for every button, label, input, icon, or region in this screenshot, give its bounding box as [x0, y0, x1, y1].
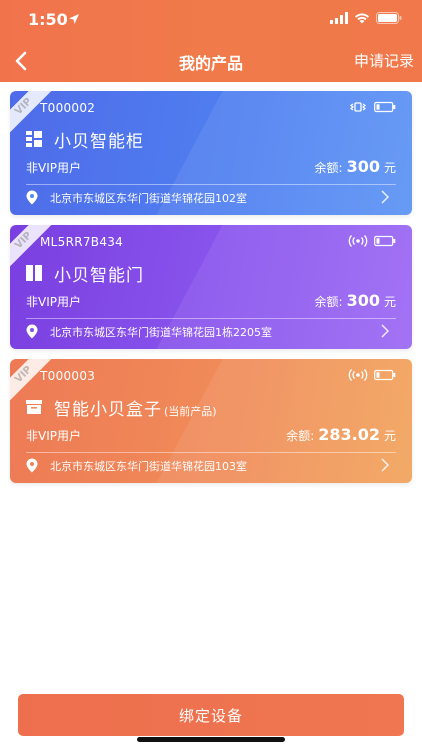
device-code: T000003	[40, 369, 96, 383]
product-card[interactable]: VIP T000003 智能小贝盒子 (当前产品) 非VIP用户 余额: 283…	[10, 359, 412, 483]
balance: 余额: 283.02 元	[286, 425, 396, 444]
user-type-label: 非VIP用户	[26, 429, 81, 443]
user-type-label: 非VIP用户	[26, 295, 81, 309]
device-address: 北京市东城区东华门街道华锦花园102室	[50, 192, 247, 205]
product-card[interactable]: VIP T000002 小贝智能柜 非VIP用户 余额: 300 元 北京市东城…	[10, 91, 412, 215]
battery-low-icon	[374, 369, 396, 381]
bind-device-button[interactable]: 绑定设备	[18, 694, 404, 736]
balance-amount: 300	[346, 291, 380, 310]
chevron-right-icon[interactable]	[380, 190, 390, 204]
balance: 余额: 300 元	[314, 291, 396, 310]
wifi-icon	[355, 13, 369, 24]
application-records-link[interactable]: 申请记录	[354, 50, 414, 71]
device-address: 北京市东城区东华门街道华锦花园1栋2205室	[50, 326, 272, 339]
home-indicator[interactable]	[137, 737, 285, 742]
chevron-right-icon[interactable]	[380, 324, 390, 338]
user-type-label: 非VIP用户	[26, 161, 81, 175]
header-bar: 1:50 我的产品 申请记录	[0, 0, 422, 82]
divider	[26, 184, 396, 185]
balance: 余额: 300 元	[314, 157, 396, 176]
device-address: 北京市东城区东华门街道华锦花园103室	[50, 460, 247, 473]
location-pin-icon	[26, 458, 38, 473]
wireless-signal-icon	[348, 369, 368, 381]
battery-icon	[376, 12, 402, 24]
product-name: 小贝智能柜	[54, 132, 144, 152]
divider	[26, 318, 396, 319]
door-icon	[26, 265, 42, 281]
battery-low-icon	[374, 101, 396, 113]
nav-bar: 我的产品 申请记录	[0, 44, 422, 80]
device-code: ML5RR7B434	[40, 235, 124, 249]
product-list: VIP T000002 小贝智能柜 非VIP用户 余额: 300 元 北京市东城…	[10, 91, 412, 493]
device-code: T000002	[40, 101, 96, 115]
product-card[interactable]: VIP ML5RR7B434 小贝智能门 非VIP用户 余额: 300 元 北京…	[10, 225, 412, 349]
cellular-signal-icon	[330, 12, 348, 24]
location-pin-icon	[26, 190, 38, 205]
vibration-icon	[350, 102, 366, 112]
product-name: 小贝智能门	[54, 266, 144, 286]
balance-amount: 283.02	[318, 425, 380, 444]
battery-low-icon	[374, 235, 396, 247]
grid-cabinet-icon	[26, 131, 42, 147]
current-product-tag: (当前产品)	[164, 405, 217, 418]
box-icon	[26, 400, 42, 414]
product-name: 智能小贝盒子 (当前产品)	[54, 400, 217, 420]
balance-amount: 300	[346, 157, 380, 176]
location-arrow-icon	[69, 14, 79, 24]
status-bar: 1:50	[0, 0, 422, 40]
status-time: 1:50	[28, 10, 68, 29]
location-pin-icon	[26, 324, 38, 339]
divider	[26, 452, 396, 453]
wireless-signal-icon	[348, 235, 368, 247]
chevron-right-icon[interactable]	[380, 458, 390, 472]
